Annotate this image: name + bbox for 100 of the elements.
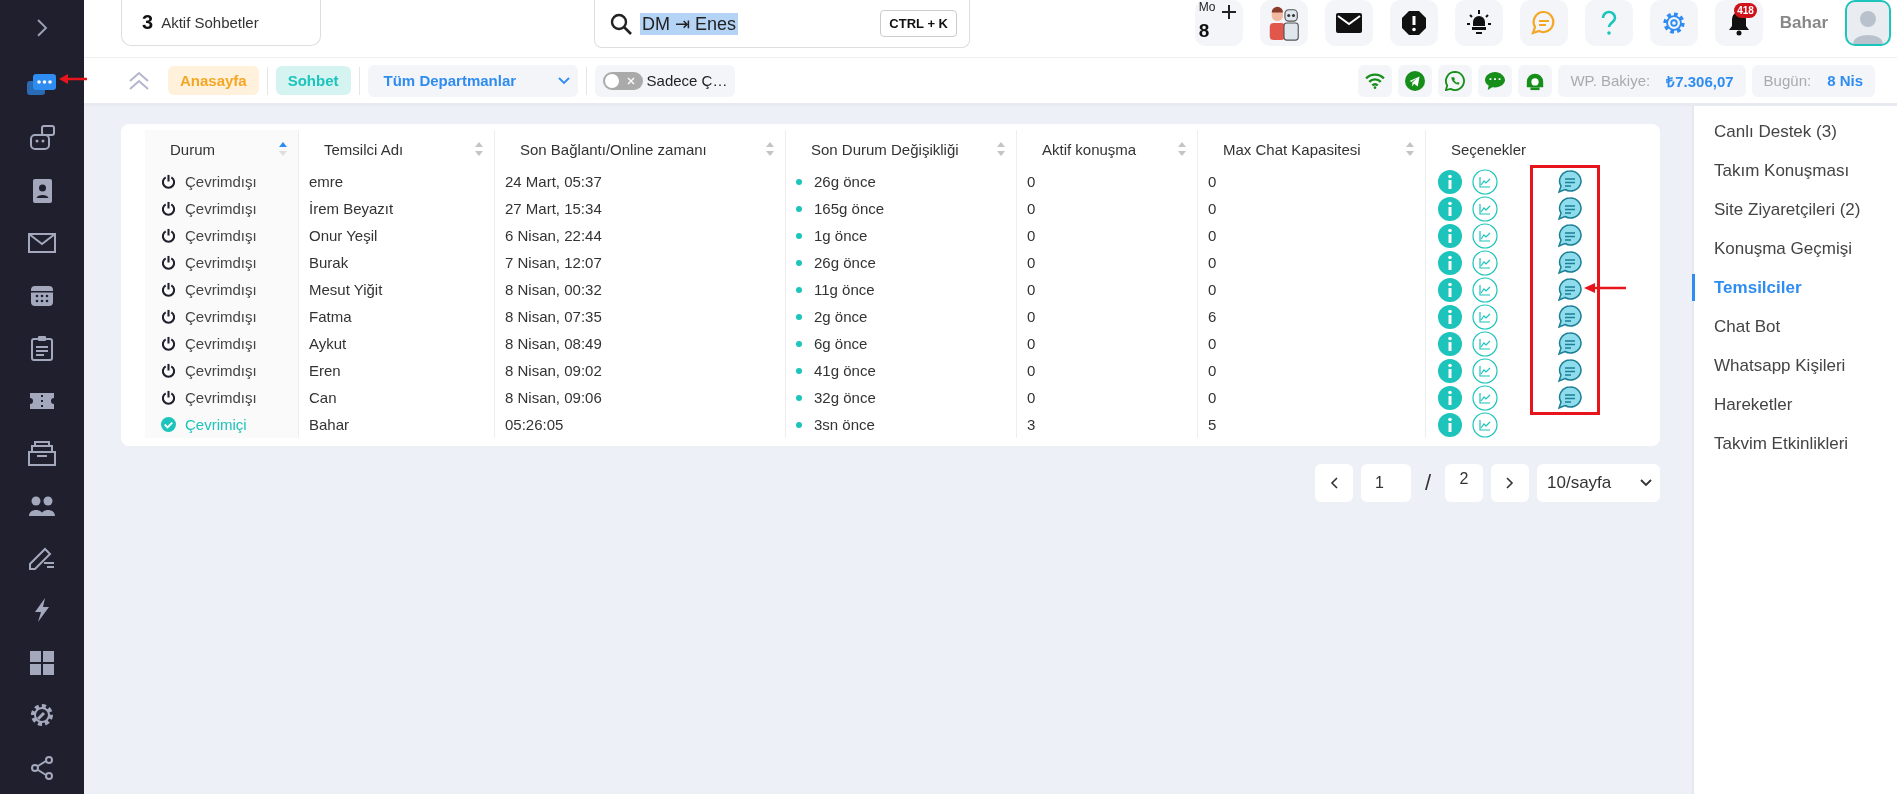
active-chats-button[interactable]: 3 Aktif Sohbetler <box>121 0 321 46</box>
status-dot <box>796 259 802 266</box>
search-icon <box>610 12 632 35</box>
active-chat-count: 0 <box>1027 281 1036 298</box>
last-connection: 8 Nisan, 00:32 <box>505 281 602 298</box>
chat-icon[interactable] <box>1558 196 1582 221</box>
chat-icon[interactable] <box>1558 277 1582 302</box>
chat-icon[interactable] <box>1558 331 1582 356</box>
chat-icon[interactable] <box>1558 250 1582 275</box>
ticket-icon[interactable] <box>29 390 55 411</box>
counter-button[interactable]: Mo 8 <box>1194 0 1243 46</box>
mail-icon[interactable] <box>28 233 56 254</box>
nav-item[interactable]: Whatsapp Kişileri <box>1692 352 1897 391</box>
mail-icon[interactable] <box>1335 13 1362 33</box>
line-chart-icon[interactable] <box>1472 411 1498 438</box>
line-chart-icon[interactable] <box>1472 168 1498 195</box>
max-capacity: 0 <box>1208 173 1217 190</box>
chevron-right-icon[interactable] <box>36 18 48 38</box>
info-icon[interactable] <box>1438 223 1462 248</box>
settings-icon[interactable] <box>1661 11 1686 35</box>
page-separator: / <box>1423 470 1432 496</box>
user-avatar[interactable] <box>1845 0 1891 46</box>
max-capacity: 0 <box>1208 335 1217 352</box>
users-icon[interactable] <box>28 494 56 517</box>
file-drawer-icon[interactable] <box>28 440 56 467</box>
info-icon[interactable] <box>1438 277 1462 302</box>
nav-item[interactable]: Konuşma Geçmişi <box>1692 235 1897 274</box>
line-chart-icon[interactable] <box>1472 222 1498 249</box>
status-text: Çevrimdışı <box>185 362 257 379</box>
whatsapp-icon[interactable] <box>1445 70 1466 91</box>
column-header: Seçenekler <box>1451 140 1527 158</box>
column-header: Temsilci Adı <box>324 140 404 158</box>
info-icon[interactable] <box>1438 331 1462 356</box>
chat-icon[interactable] <box>1558 223 1582 248</box>
line-chart-icon[interactable] <box>1472 384 1498 411</box>
column-header: Son Bağlantı/Online zamanı <box>520 140 707 158</box>
column-header: Aktif konuşma <box>1042 140 1137 158</box>
nav-item[interactable]: Site Ziyaretçileri (2) <box>1692 196 1897 235</box>
agent-name: emre <box>309 173 344 190</box>
info-icon[interactable] <box>1438 196 1462 221</box>
line-chart-icon[interactable] <box>1472 357 1498 384</box>
active-chat-count: 0 <box>1027 227 1036 244</box>
grid-icon[interactable] <box>30 650 54 675</box>
page-size-dropdown[interactable]: 10/sayfa <box>1537 464 1660 502</box>
last-status-change: 26g önce <box>814 173 876 190</box>
calendar-icon[interactable] <box>30 284 54 307</box>
line-chart-icon[interactable] <box>1472 330 1498 357</box>
line-chart-icon[interactable] <box>1472 195 1498 222</box>
clipboard-icon[interactable] <box>30 335 54 362</box>
info-icon[interactable] <box>1438 250 1462 275</box>
max-capacity: 6 <box>1208 308 1217 325</box>
last-status-change: 26g önce <box>814 254 876 271</box>
pointer-arrow <box>1583 282 1627 294</box>
chevron-down-icon <box>1640 479 1652 487</box>
active-chat-count: 0 <box>1027 200 1036 217</box>
nav-item[interactable]: Chat Bot <box>1692 313 1897 352</box>
active-chats-label: Aktif Sohbetler <box>161 14 259 31</box>
info-icon[interactable] <box>1438 385 1462 410</box>
settings-icon[interactable] <box>29 702 55 729</box>
line-chart-icon[interactable] <box>1472 276 1498 303</box>
agent-name: Can <box>309 389 337 406</box>
agent-name: Mesut Yiğit <box>309 281 383 298</box>
lightning-icon[interactable] <box>33 597 51 624</box>
chat-icon[interactable] <box>1558 304 1582 329</box>
info-icon[interactable] <box>1438 412 1462 437</box>
nav-item[interactable]: Canlı Destek (3) <box>1692 118 1897 157</box>
telegram-icon[interactable] <box>1405 70 1426 91</box>
total-pages: 2 <box>1445 464 1483 502</box>
info-icon[interactable] <box>1438 169 1462 194</box>
wifi-icon[interactable] <box>1365 72 1386 89</box>
status-text: Çevrimdışı <box>185 335 257 352</box>
line-chart-icon[interactable] <box>1472 249 1498 276</box>
last-connection: 24 Mart, 05:37 <box>505 173 602 190</box>
nav-item[interactable]: Takım Konuşması <box>1692 157 1897 196</box>
toggle-switch[interactable] <box>602 71 643 90</box>
chat-icon[interactable] <box>1558 385 1582 410</box>
chevron-up-icon[interactable] <box>128 70 150 91</box>
page-input[interactable]: 1 <box>1360 464 1411 502</box>
sort-icon[interactable] <box>278 141 288 157</box>
chat-icon[interactable] <box>1558 358 1582 383</box>
share-icon[interactable] <box>30 755 54 780</box>
nav-item[interactable]: Hareketler <box>1692 391 1897 430</box>
plus-icon[interactable] <box>1220 4 1237 20</box>
search-field[interactable]: DM ⇥ Enes CTRL + K <box>594 0 970 48</box>
active-chat-count: 0 <box>1027 173 1036 190</box>
robot-icon[interactable] <box>28 124 56 153</box>
alert-icon[interactable] <box>1400 10 1427 36</box>
info-icon[interactable] <box>1438 304 1462 329</box>
contact-book-icon[interactable] <box>30 177 54 204</box>
help-icon[interactable] <box>1599 10 1618 36</box>
pointer-arrow <box>58 73 88 85</box>
nav-item[interactable]: Takvim Etkinlikleri <box>1692 430 1897 469</box>
chevron-down-icon[interactable] <box>557 76 570 85</box>
info-icon[interactable] <box>1438 358 1462 383</box>
line-chart-icon[interactable] <box>1472 303 1498 330</box>
chat-icon[interactable] <box>1558 169 1582 194</box>
sms-icon[interactable] <box>1484 70 1507 91</box>
last-connection: 6 Nisan, 22:44 <box>505 227 602 244</box>
chevron-left-icon <box>1329 477 1338 489</box>
max-capacity: 0 <box>1208 362 1217 379</box>
